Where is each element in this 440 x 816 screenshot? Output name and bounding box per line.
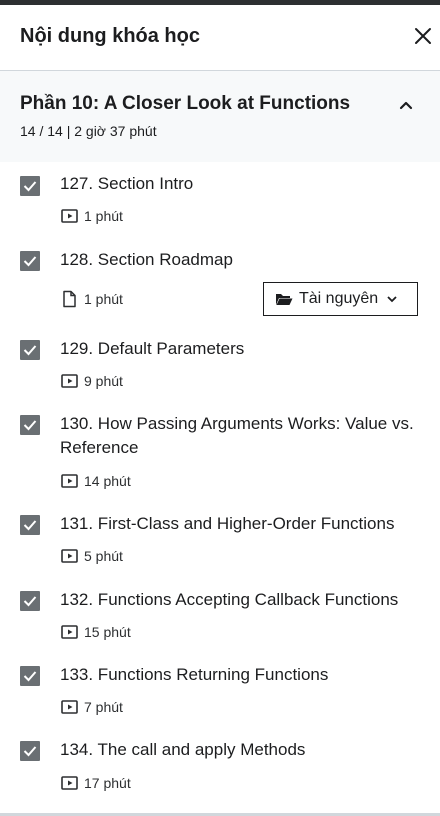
lecture-meta: 9 phút xyxy=(60,372,123,390)
lecture-title: 131. First-Class and Higher-Order Functi… xyxy=(60,514,395,533)
video-icon xyxy=(61,374,78,388)
video-icon xyxy=(61,549,78,563)
video-icon xyxy=(61,625,78,639)
section-progress: 14 / 14 | 2 giờ 37 phút xyxy=(20,123,157,139)
section-header[interactable]: Phần 10: A Closer Look at Functions 14 /… xyxy=(0,71,440,162)
lecture-item[interactable]: 131. First-Class and Higher-Order Functi… xyxy=(0,503,440,579)
lecture-meta: 7 phút xyxy=(60,698,123,716)
lecture-duration: 5 phút xyxy=(84,548,123,564)
video-icon xyxy=(61,776,78,790)
checkmark-icon xyxy=(23,596,37,607)
checkmark-icon xyxy=(23,420,37,431)
lecture-duration: 7 phút xyxy=(84,699,123,715)
close-icon xyxy=(415,28,431,44)
completed-checkbox[interactable] xyxy=(20,415,40,435)
lecture-duration: 14 phút xyxy=(84,473,131,489)
lecture-item[interactable]: 130. How Passing Arguments Works: Value … xyxy=(0,403,440,503)
lecture-duration: 15 phút xyxy=(84,624,131,640)
video-icon xyxy=(61,209,78,223)
lecture-duration: 9 phút xyxy=(84,373,123,389)
video-icon xyxy=(61,700,78,714)
lecture-title: 128. Section Roadmap xyxy=(60,250,233,269)
chevron-up-icon[interactable] xyxy=(398,97,414,113)
lecture-meta: 17 phút xyxy=(60,774,131,792)
lecture-title: 134. The call and apply Methods xyxy=(60,740,306,759)
checkmark-icon xyxy=(23,671,37,682)
lecture-title: 132. Functions Accepting Callback Functi… xyxy=(60,590,399,609)
lecture-duration: 1 phút xyxy=(84,291,123,307)
lecture-meta: 1 phút xyxy=(60,290,123,308)
lecture-meta: 14 phút xyxy=(60,472,131,490)
checkmark-icon xyxy=(23,520,37,531)
panel-title: Nội dung khóa học xyxy=(20,25,200,47)
lecture-item[interactable]: 132. Functions Accepting Callback Functi… xyxy=(0,579,440,654)
resources-dropdown-button[interactable]: Tài nguyên xyxy=(263,282,418,316)
file-icon xyxy=(63,290,76,308)
lecture-item[interactable]: 133. Functions Returning Functions 7 phú… xyxy=(0,654,440,729)
checkmark-icon xyxy=(23,181,37,192)
completed-checkbox[interactable] xyxy=(20,251,40,271)
panel-header: Nội dung khóa học xyxy=(0,5,440,71)
lecture-item[interactable]: 129. Default Parameters 9 phút xyxy=(0,328,440,403)
completed-checkbox[interactable] xyxy=(20,666,40,686)
lecture-title: 127. Section Intro xyxy=(60,174,194,193)
completed-checkbox[interactable] xyxy=(20,176,40,196)
checkmark-icon xyxy=(23,345,37,356)
lecture-meta: 1 phút xyxy=(60,207,123,225)
completed-checkbox[interactable] xyxy=(20,515,40,535)
completed-checkbox[interactable] xyxy=(20,340,40,360)
lecture-item[interactable]: 127. Section Intro 1 phút xyxy=(0,162,440,238)
close-button[interactable] xyxy=(406,19,440,53)
video-icon xyxy=(61,474,78,488)
lecture-duration: 1 phút xyxy=(84,208,123,224)
chevron-down-icon xyxy=(387,296,397,303)
lecture-meta: 5 phút xyxy=(60,547,123,565)
resources-label: Tài nguyên xyxy=(299,290,379,307)
lecture-item[interactable]: 134. The call and apply Methods 17 phút xyxy=(0,729,440,813)
checkmark-icon xyxy=(23,256,37,267)
section-title: Phần 10: A Closer Look at Functions xyxy=(20,93,351,114)
lecture-title: 130. How Passing Arguments Works: Value … xyxy=(60,414,414,457)
lecture-title: 133. Functions Returning Functions xyxy=(60,665,329,684)
lecture-meta: 15 phút xyxy=(60,623,131,641)
lecture-title: 129. Default Parameters xyxy=(60,339,245,358)
checkmark-icon xyxy=(23,746,37,757)
folder-open-icon xyxy=(276,294,293,305)
completed-checkbox[interactable] xyxy=(20,591,40,611)
lecture-duration: 17 phút xyxy=(84,775,131,791)
completed-checkbox[interactable] xyxy=(20,741,40,761)
